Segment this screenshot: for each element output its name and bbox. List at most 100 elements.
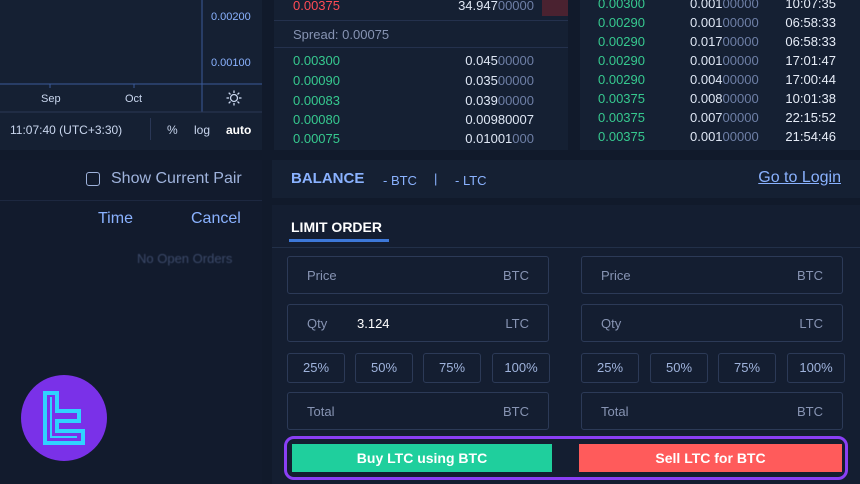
- buy-qty-field[interactable]: Qty 3.124 LTC: [287, 304, 549, 342]
- buy-percent-25[interactable]: 25%: [287, 353, 345, 383]
- buy-price-field[interactable]: Price BTC: [287, 256, 549, 294]
- bid-qty: 0.035: [465, 73, 498, 88]
- balance-bar: BALANCE - BTC | - LTC Go to Login: [272, 160, 860, 198]
- show-current-pair-checkbox[interactable]: [86, 172, 100, 186]
- bid-qty-padding: 00000: [497, 93, 534, 108]
- bid-price: 0.00090: [293, 73, 340, 88]
- sell-total-field[interactable]: Total BTC: [581, 392, 843, 430]
- divider: [0, 200, 262, 201]
- percent-scale-toggle[interactable]: %: [167, 123, 178, 137]
- bid-row[interactable]: 0.00300 0.04500000: [274, 51, 568, 71]
- trade-time: 17:00:44: [785, 72, 836, 87]
- trade-price: 0.00290: [598, 15, 645, 30]
- balance-title: BALANCE: [291, 170, 365, 187]
- buy-total-field[interactable]: Total BTC: [287, 392, 549, 430]
- trade-row: 0.00290 0.00400000 17:00:44: [580, 70, 860, 90]
- trade-qty: 0.001: [690, 15, 723, 30]
- brand-logo: [21, 375, 107, 461]
- bid-price: 0.00075: [293, 131, 340, 146]
- sell-qty-placeholder: Qty: [601, 316, 622, 331]
- trade-history: 0.00300 0.00100000 10:07:35 0.00290 0.00…: [580, 0, 860, 150]
- bid-row[interactable]: 0.00080 0.00980007: [274, 110, 568, 130]
- trade-time: 10:07:35: [785, 0, 836, 11]
- sell-ltc-button[interactable]: Sell LTC for BTC: [579, 444, 842, 472]
- sell-total-placeholder: Total: [601, 404, 629, 419]
- trade-qty: 0.017: [690, 34, 723, 49]
- sell-total-unit: BTC: [797, 404, 823, 419]
- bid-qty: 0.01001: [465, 131, 513, 146]
- divider: [150, 118, 151, 140]
- y-tick-label: 0.00200: [211, 11, 251, 23]
- ask-qty: 34.947: [458, 0, 498, 13]
- bid-price: 0.00300: [293, 53, 340, 68]
- trade-row: 0.00375 0.00700000 22:15:52: [580, 108, 860, 128]
- empty-state: No Open Orders: [137, 251, 233, 266]
- sell-percent-25[interactable]: 25%: [581, 353, 639, 383]
- divider: [274, 47, 568, 48]
- trade-qty-padding: 00000: [722, 129, 759, 144]
- show-current-pair-label[interactable]: Show Current Pair: [111, 170, 242, 188]
- go-to-login-link[interactable]: Go to Login: [758, 169, 841, 187]
- buy-percent-75[interactable]: 75%: [423, 353, 481, 383]
- price-chart[interactable]: 0.00200 0.00100 Sep Oct 11:07:40 (UTC+3:…: [0, 0, 262, 150]
- bid-row[interactable]: 0.00075 0.01001000: [274, 129, 568, 149]
- trade-buttons-highlight: Buy LTC using BTC Sell LTC for BTC: [284, 436, 848, 480]
- sell-percent-75[interactable]: 75%: [718, 353, 776, 383]
- bid-row[interactable]: 0.00090 0.03500000: [274, 71, 568, 91]
- trade-qty: 0.001: [690, 53, 723, 68]
- bid-row[interactable]: 0.00083 0.03900000: [274, 91, 568, 111]
- btc-balance: - BTC: [383, 173, 417, 188]
- logo-mark-icon: [43, 391, 85, 445]
- trade-qty: 0.007: [690, 110, 723, 125]
- buy-total-placeholder: Total: [307, 404, 335, 419]
- trade-qty-padding: 00000: [722, 53, 759, 68]
- trade-qty: 0.001: [690, 129, 723, 144]
- buy-percent-100[interactable]: 100%: [492, 353, 550, 383]
- trade-row: 0.00290 0.00100000 06:58:33: [580, 13, 860, 33]
- ask-price: 0.00375: [293, 0, 340, 13]
- trade-qty: 0.001: [690, 0, 723, 11]
- log-scale-toggle[interactable]: log: [194, 123, 210, 137]
- buy-qty-value: 3.124: [357, 316, 390, 331]
- trade-qty-padding: 00000: [722, 110, 759, 125]
- trade-price: 0.00375: [598, 91, 645, 106]
- buy-qty-label: Qty: [307, 316, 328, 331]
- sell-percent-100[interactable]: 100%: [787, 353, 845, 383]
- auto-scale-toggle[interactable]: auto: [226, 123, 251, 137]
- trade-price: 0.00375: [598, 129, 645, 144]
- buy-total-unit: BTC: [503, 404, 529, 419]
- tab-limit-order[interactable]: LIMIT ORDER: [291, 219, 382, 235]
- x-tick-label: Oct: [125, 93, 143, 105]
- trade-time: 22:15:52: [785, 110, 836, 125]
- bid-qty: 0.045: [465, 53, 498, 68]
- ask-row[interactable]: 0.00375 34.94700000: [274, 0, 568, 16]
- sell-qty-unit: LTC: [799, 316, 823, 331]
- order-book: 0.00375 34.94700000 Spread: 0.00075 0.00…: [274, 0, 568, 150]
- buy-price-unit: BTC: [503, 268, 529, 283]
- trade-time: 10:01:38: [785, 91, 836, 106]
- balance-separator: |: [434, 171, 438, 186]
- ask-qty-padding: 00000: [497, 0, 534, 13]
- buy-ltc-button[interactable]: Buy LTC using BTC: [292, 444, 552, 472]
- trade-price: 0.00375: [598, 110, 645, 125]
- trade-time: 06:58:33: [785, 15, 836, 30]
- divider: [272, 247, 860, 248]
- trade-row: 0.00300 0.00100000 10:07:35: [580, 0, 860, 14]
- bid-price: 0.00080: [293, 112, 340, 127]
- trade-qty-padding: 00000: [722, 91, 759, 106]
- x-tick-label: Sep: [41, 93, 61, 105]
- trade-price: 0.00290: [598, 72, 645, 87]
- ltc-balance: - LTC: [455, 173, 487, 188]
- buy-qty-unit: LTC: [505, 316, 529, 331]
- column-cancel: Cancel: [191, 210, 241, 227]
- sell-price-unit: BTC: [797, 268, 823, 283]
- trade-time: 21:54:46: [785, 129, 836, 144]
- sell-price-field[interactable]: Price BTC: [581, 256, 843, 294]
- bid-price: 0.00083: [293, 93, 340, 108]
- buy-price-placeholder: Price: [307, 268, 337, 283]
- sell-qty-field[interactable]: Qty LTC: [581, 304, 843, 342]
- settings-icon[interactable]: [226, 90, 242, 106]
- trade-row: 0.00375 0.00800000 10:01:38: [580, 89, 860, 109]
- buy-percent-50[interactable]: 50%: [355, 353, 413, 383]
- sell-percent-50[interactable]: 50%: [650, 353, 708, 383]
